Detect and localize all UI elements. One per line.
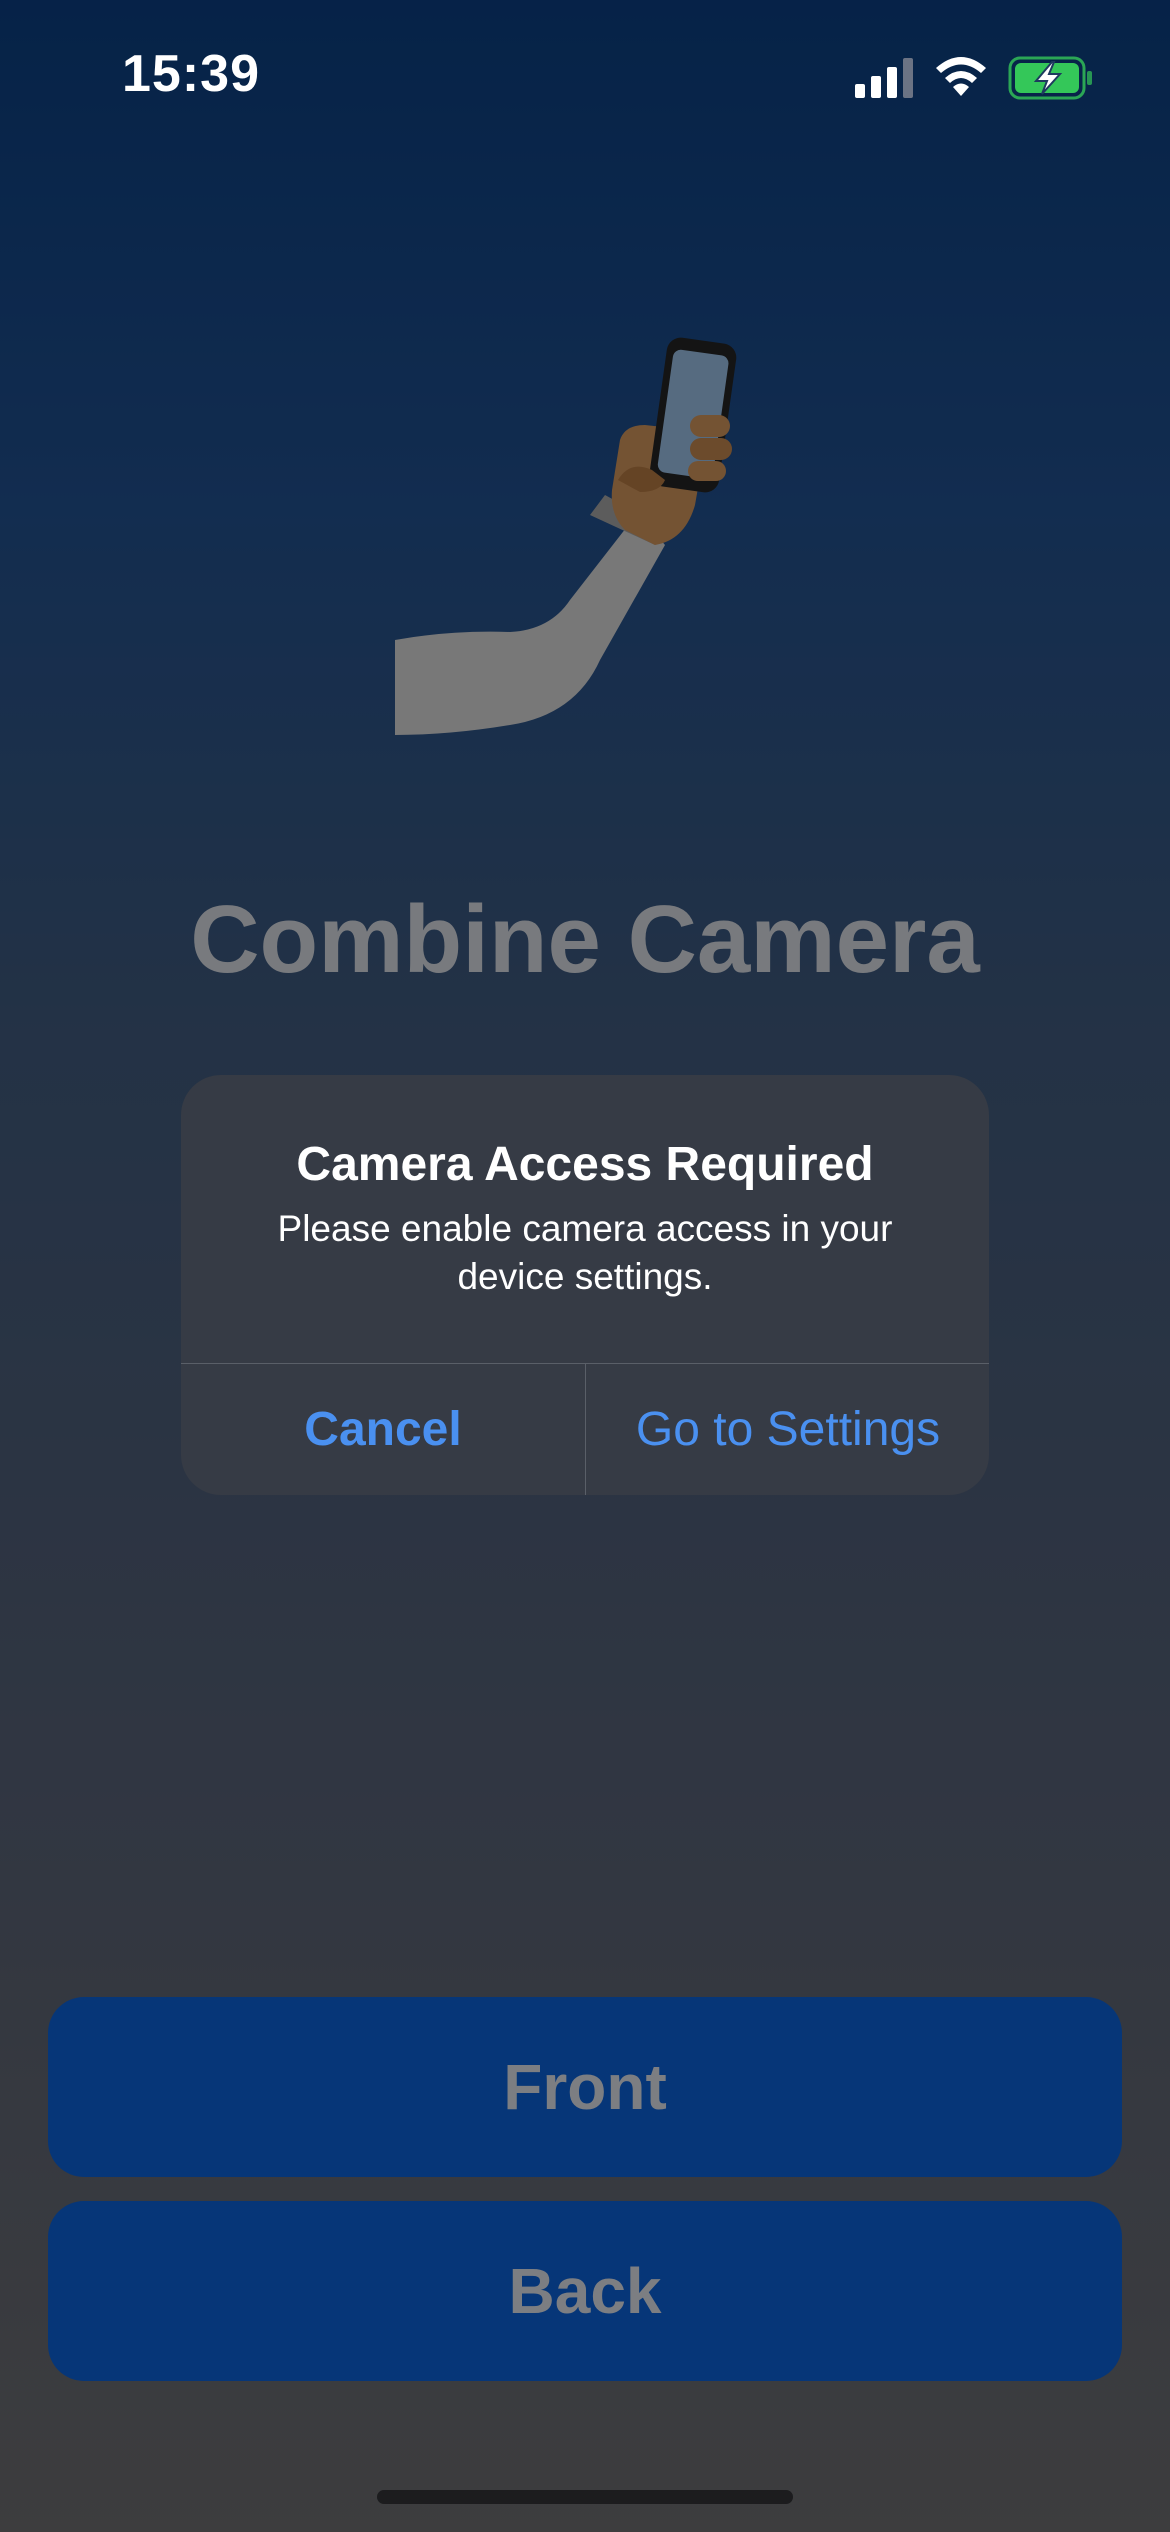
- status-time: 15:39: [122, 45, 260, 103]
- alert-cancel-button[interactable]: Cancel: [181, 1364, 585, 1495]
- camera-access-alert: Camera Access Required Please enable cam…: [181, 1075, 989, 1495]
- alert-message: Please enable camera access in your devi…: [277, 1208, 893, 1297]
- battery-charging-icon: [1008, 56, 1092, 100]
- cellular-signal-icon: [855, 58, 913, 98]
- alert-go-to-settings-button[interactable]: Go to Settings: [586, 1364, 989, 1495]
- status-bar: 15:39: [0, 0, 1170, 150]
- alert-title: Camera Access Required: [296, 1138, 874, 1191]
- home-indicator[interactable]: [377, 2490, 793, 2504]
- wifi-icon: [936, 57, 986, 96]
